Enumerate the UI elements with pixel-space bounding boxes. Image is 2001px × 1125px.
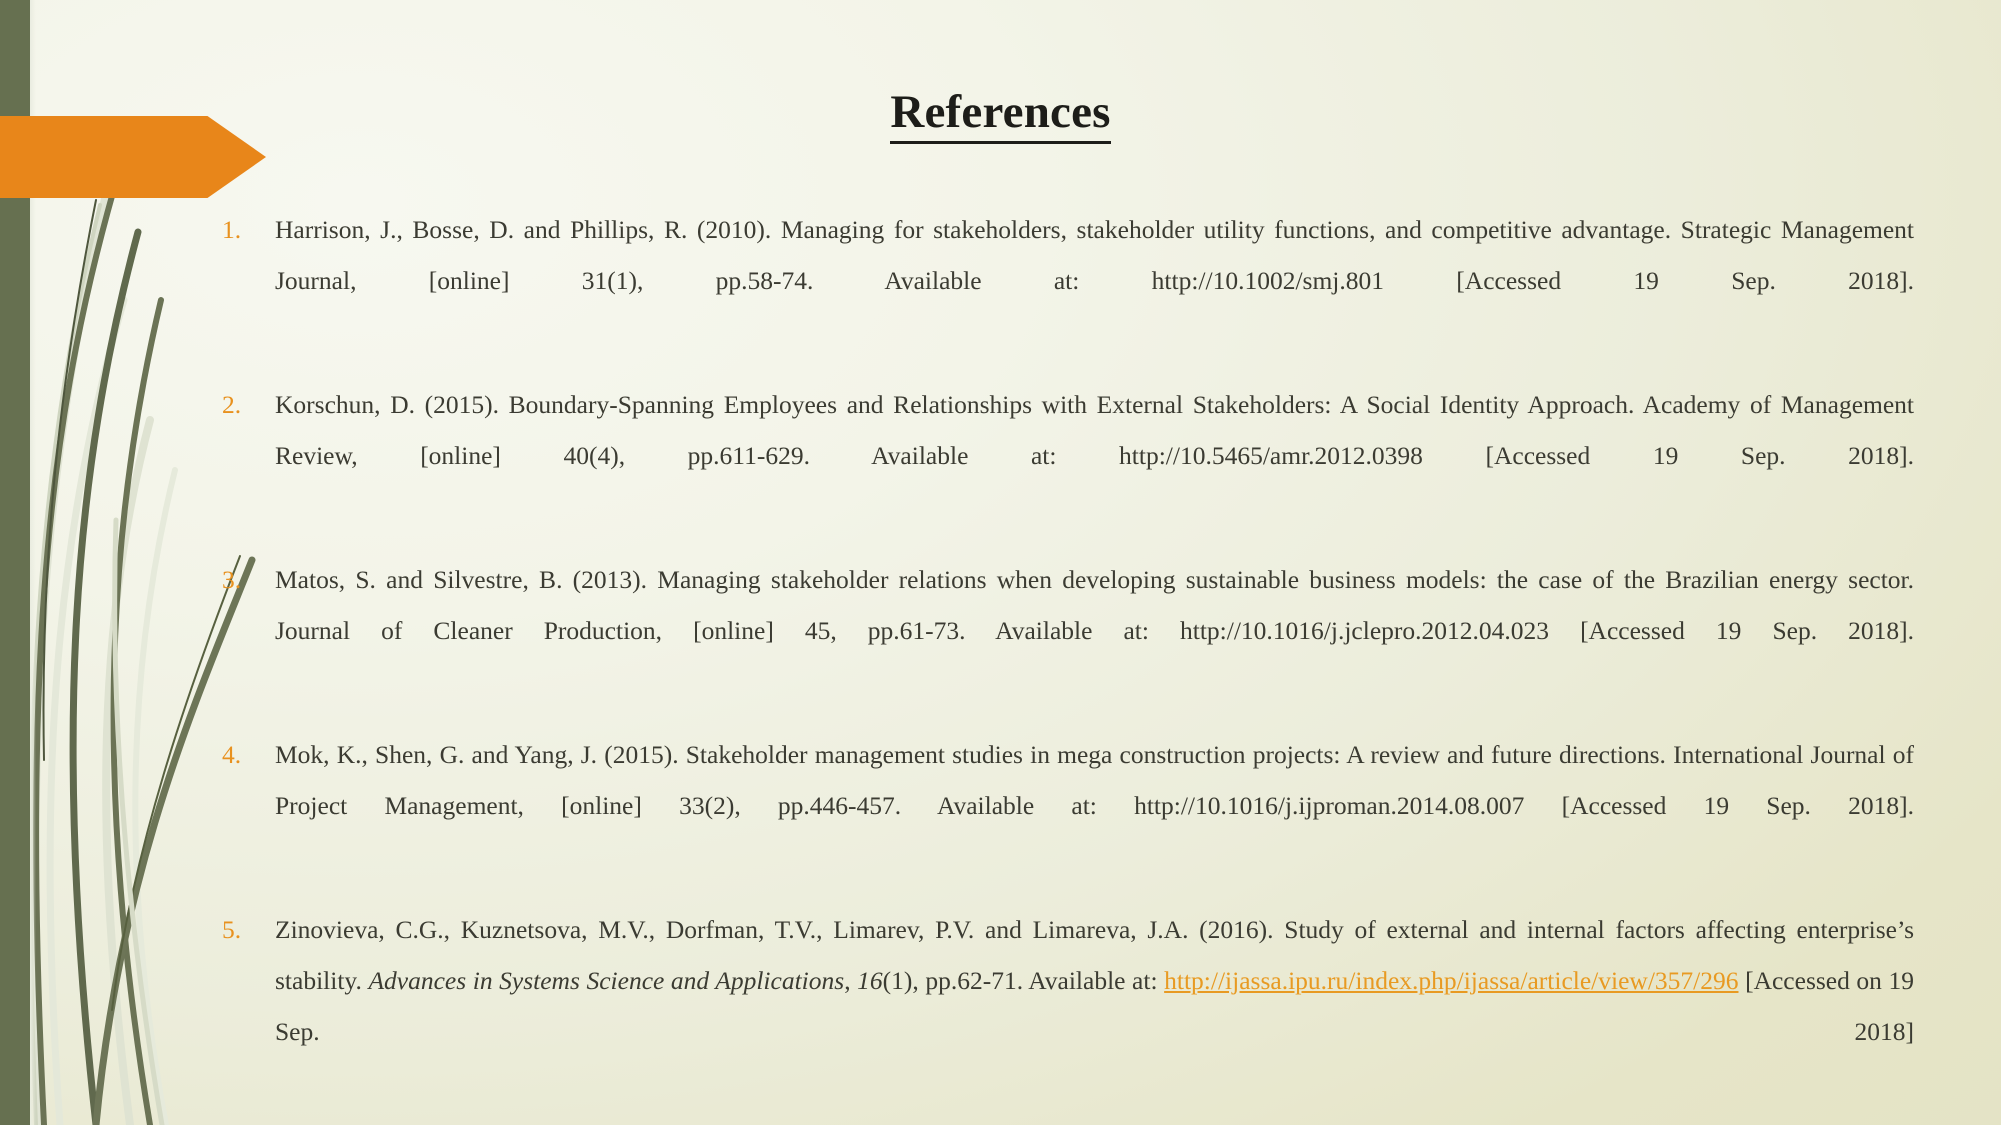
reference-number: 1. [222, 215, 242, 244]
reference-span: , [844, 966, 858, 995]
references-list: 1. Harrison, J., Bosse, D. and Phillips, … [222, 204, 1914, 1125]
page-title: References [0, 85, 2001, 144]
reference-item: 5. Zinovieva, C.G., Kuznetsova, M.V., Dor… [222, 904, 1914, 1108]
reference-span: Harrison, J., Bosse, D. and Phillips, R.… [275, 215, 1914, 295]
reference-number: 5. [222, 915, 242, 944]
reference-text: Harrison, J., Bosse, D. and Phillips, R.… [275, 204, 1914, 357]
reference-text: Mok, K., Shen, G. and Yang, J. (2015). S… [275, 729, 1914, 882]
reference-italic-span: 16 [857, 966, 883, 995]
slide-canvas: References 1. Harrison, J., Bosse, D. and… [0, 0, 2001, 1125]
reference-item: 4. Mok, K., Shen, G. and Yang, J. (2015).… [222, 729, 1914, 882]
reference-italic-span: Advances in Systems Science and Applicat… [368, 966, 845, 995]
reference-item: 1. Harrison, J., Bosse, D. and Phillips, … [222, 204, 1914, 357]
reference-span: Korschun, D. (2015). Boundary-Spanning E… [275, 390, 1914, 470]
reference-number: 4. [222, 740, 242, 769]
reference-text: Matos, S. and Silvestre, B. (2013). Mana… [275, 554, 1914, 707]
reference-item: 2. Korschun, D. (2015). Boundary-Spanning… [222, 379, 1914, 532]
reference-span: (1), pp.62-71. Available at: [882, 966, 1165, 995]
reference-span: Matos, S. and Silvestre, B. (2013). Mana… [275, 565, 1914, 645]
reference-number: 3. [222, 565, 242, 594]
reference-hyperlink[interactable]: http://ijassa.ipu.ru/index.php/ijassa/ar… [1164, 966, 1738, 995]
reference-text: Korschun, D. (2015). Boundary-Spanning E… [275, 379, 1914, 532]
reference-span: Mok, K., Shen, G. and Yang, J. (2015). S… [275, 740, 1914, 820]
reference-number: 2. [222, 390, 242, 419]
reference-item: 3. Matos, S. and Silvestre, B. (2013). Ma… [222, 554, 1914, 707]
reference-text: Zinovieva, C.G., Kuznetsova, M.V., Dorfm… [275, 904, 1914, 1108]
page-title-text: References [890, 86, 1111, 144]
